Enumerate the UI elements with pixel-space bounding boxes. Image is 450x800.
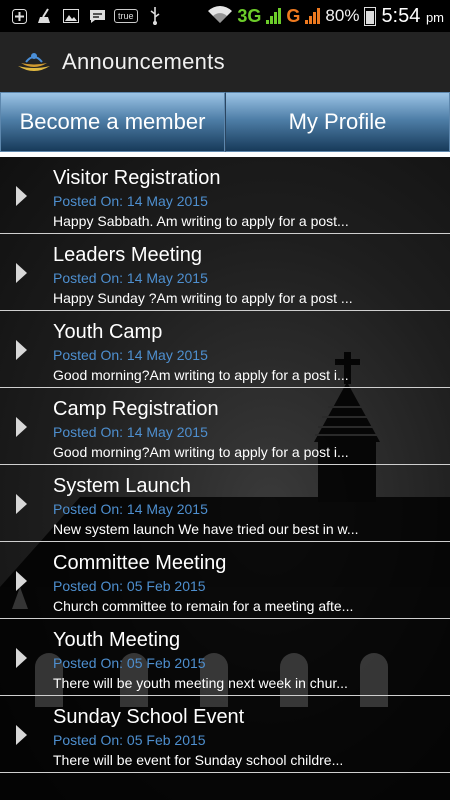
clock-suffix: pm <box>425 9 444 25</box>
list-item[interactable]: Sunday School Event Posted On: 05 Feb 20… <box>0 696 450 773</box>
battery-icon <box>364 6 377 26</box>
announcement-title: Camp Registration <box>53 398 219 420</box>
clock: 5:54 pm <box>381 5 444 28</box>
chevron-right-icon <box>16 571 27 591</box>
announcement-date: Posted On: 14 May 2015 <box>53 501 208 517</box>
chat-icon <box>88 8 106 24</box>
announcement-list: Visitor Registration Posted On: 14 May 2… <box>0 157 450 773</box>
announcement-date: Posted On: 05 Feb 2015 <box>53 655 206 671</box>
true-icon: true <box>114 9 138 23</box>
network-g-label: G <box>286 5 301 26</box>
list-item[interactable]: Leaders Meeting Posted On: 14 May 2015 H… <box>0 234 450 311</box>
announcement-excerpt: New system launch We have tried our best… <box>53 521 359 537</box>
announcement-excerpt: There will be event for Sunday school ch… <box>53 752 344 768</box>
announcement-date: Posted On: 14 May 2015 <box>53 193 208 209</box>
signal-icon-2 <box>305 8 321 24</box>
announcement-excerpt: Happy Sabbath. Am writing to apply for a… <box>53 213 349 229</box>
plus-icon <box>10 8 28 24</box>
announcement-date: Posted On: 14 May 2015 <box>53 424 208 440</box>
become-member-button[interactable]: Become a member <box>0 92 225 152</box>
announcement-date: Posted On: 05 Feb 2015 <box>53 578 206 594</box>
notification-icons: true <box>0 7 164 25</box>
announcement-title: Committee Meeting <box>53 552 227 574</box>
chevron-right-icon <box>16 186 27 206</box>
announcement-date: Posted On: 14 May 2015 <box>53 270 208 286</box>
list-item[interactable]: Youth Camp Posted On: 14 May 2015 Good m… <box>0 311 450 388</box>
announcement-title: Leaders Meeting <box>53 244 202 266</box>
chevron-right-icon <box>16 648 27 668</box>
action-bar: Announcements <box>0 32 450 92</box>
signal-icon <box>266 8 282 24</box>
announcement-date: Posted On: 05 Feb 2015 <box>53 732 206 748</box>
list-item[interactable]: Visitor Registration Posted On: 14 May 2… <box>0 157 450 234</box>
announcement-title: Visitor Registration <box>53 167 221 189</box>
announcement-list-area[interactable]: Visitor Registration Posted On: 14 May 2… <box>0 157 450 800</box>
wifi-icon <box>208 5 233 27</box>
chevron-right-icon <box>16 340 27 360</box>
list-item[interactable]: Camp Registration Posted On: 14 May 2015… <box>0 388 450 465</box>
chevron-right-icon <box>16 725 27 745</box>
announcement-title: System Launch <box>53 475 191 497</box>
image-icon <box>62 8 80 24</box>
page-title: Announcements <box>62 49 225 74</box>
list-item[interactable]: Committee Meeting Posted On: 05 Feb 2015… <box>0 542 450 619</box>
announcement-title: Youth Meeting <box>53 629 181 651</box>
chevron-right-icon <box>16 417 27 437</box>
battery-percent: 80% <box>325 6 360 25</box>
list-item[interactable]: System Launch Posted On: 14 May 2015 New… <box>0 465 450 542</box>
announcement-excerpt: There will be youth meeting next week in… <box>53 675 348 691</box>
clock-time: 5:54 <box>381 4 421 27</box>
my-profile-button[interactable]: My Profile <box>225 92 450 152</box>
system-status: 3G G 80% 5:54 pm <box>208 0 444 32</box>
announcement-date: Posted On: 14 May 2015 <box>53 347 208 363</box>
announcement-excerpt: Good morning?Am writing to apply for a p… <box>53 367 349 383</box>
church-logo-icon[interactable] <box>16 50 52 74</box>
announcement-title: Youth Camp <box>53 321 163 343</box>
list-item[interactable]: Youth Meeting Posted On: 05 Feb 2015 The… <box>0 619 450 696</box>
chevron-right-icon <box>16 494 27 514</box>
network-3g-label: 3G <box>237 5 262 26</box>
announcement-excerpt: Church committee to remain for a meeting… <box>53 598 354 614</box>
announcement-excerpt: Happy Sunday ?Am writing to apply for a … <box>53 290 353 306</box>
announcement-title: Sunday School Event <box>53 706 245 728</box>
broom-icon <box>36 8 54 24</box>
status-bar: true 3G G 80% 5:54 pm <box>0 0 450 32</box>
usb-icon <box>146 7 164 25</box>
top-button-row: Become a member My Profile <box>0 92 450 152</box>
chevron-right-icon <box>16 263 27 283</box>
announcement-excerpt: Good morning?Am writing to apply for a p… <box>53 444 349 460</box>
